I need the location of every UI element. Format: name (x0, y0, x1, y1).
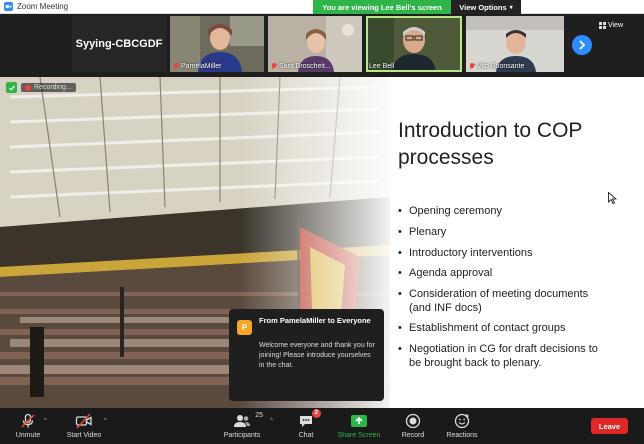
share-screen-icon (351, 415, 367, 427)
chat-button[interactable]: 2 Chat (276, 409, 336, 439)
record-icon (405, 413, 421, 429)
recording-dot-icon (25, 84, 31, 91)
participant-tile-name-only[interactable]: Syying-CBCGDF (72, 16, 166, 72)
muted-mic-icon (21, 413, 35, 428)
meeting-controls-bar: Unmute ^ Start Video ^ 25 Participants ^ (0, 409, 644, 444)
chevron-right-icon (579, 40, 586, 50)
participant-name: Sara Broscheit... (279, 63, 331, 70)
slide-bullet-list: Opening ceremony Plenary Introductory in… (398, 205, 598, 378)
participants-count: 25 (255, 412, 263, 419)
start-video-button[interactable]: Start Video (54, 412, 114, 439)
view-options-label: View Options (459, 2, 507, 12)
slide-title: Introduction to COP processes (398, 119, 583, 169)
muted-mic-icon (173, 63, 179, 70)
participant-label: Sara Broscheit... (271, 63, 331, 70)
participant-name: Lee Bell (369, 63, 395, 70)
start-video-label: Start Video (66, 432, 102, 439)
slide-bullet: Plenary (398, 226, 598, 240)
status-indicators: Recording... (6, 82, 76, 93)
view-layout-button[interactable]: View (599, 22, 623, 29)
view-label: View (608, 22, 624, 29)
participant-label: PamelaMiller (173, 63, 221, 70)
reactions-label: Reactions (446, 432, 478, 439)
slide-bullet: Opening ceremony (398, 205, 598, 219)
video-off-icon (75, 413, 92, 429)
mouse-cursor-icon (608, 192, 617, 204)
unmute-label: Unmute (15, 432, 41, 439)
viewing-banner: You are viewing Lee Bell's screen View O… (313, 0, 521, 14)
chevron-down-icon: ▾ (509, 4, 513, 11)
recording-label: Recording... (34, 84, 72, 91)
next-page-button[interactable] (572, 35, 592, 55)
participant-name: Vito Buonsante (477, 63, 525, 70)
recording-indicator[interactable]: Recording... (21, 83, 76, 92)
participants-icon (234, 415, 250, 427)
chat-sender: From PamelaMiller to Everyone (259, 316, 371, 325)
slide-bullet: Consideration of meeting documents (and … (398, 288, 598, 315)
chat-label: Chat (298, 432, 314, 439)
reactions-button[interactable]: Reactions (432, 412, 492, 439)
participant-name: Syying-CBCGDF (75, 38, 163, 50)
participant-tile[interactable]: PamelaMiller (170, 16, 264, 72)
viewing-banner-message: You are viewing Lee Bell's screen (313, 0, 451, 14)
slide-bullet: Establishment of contact groups (398, 322, 598, 336)
unmute-button[interactable]: Unmute (0, 412, 58, 439)
zoom-app-icon (4, 2, 13, 11)
participant-label: Vito Buonsante (469, 63, 524, 70)
slide-bullet: Negotiation in CG for draft decisions to… (398, 343, 598, 370)
window-title: Zoom Meeting (17, 2, 69, 11)
avatar: P (237, 320, 252, 335)
participants-button[interactable]: 25 Participants (212, 412, 272, 439)
participants-strip: Syying-CBCGDF PamelaMiller Sara Broschei… (0, 14, 644, 76)
leave-meeting-button[interactable]: Leave (591, 418, 628, 434)
encryption-shield-icon[interactable] (6, 82, 17, 93)
participants-options-caret-icon[interactable]: ^ (270, 418, 273, 424)
chat-unread-badge: 2 (311, 409, 321, 418)
participants-label: Participants (223, 432, 261, 439)
participant-name: PamelaMiller (181, 63, 222, 70)
share-screen-label: Share Screen (337, 432, 381, 439)
participant-label: Lee Bell (369, 63, 394, 70)
record-label: Record (401, 432, 425, 439)
participant-tile[interactable]: Sara Broscheit... (268, 16, 362, 72)
participant-tile-active-speaker[interactable]: Lee Bell (366, 16, 462, 72)
reactions-smiley-icon (454, 413, 470, 429)
audio-options-caret-icon[interactable]: ^ (44, 418, 47, 424)
video-options-caret-icon[interactable]: ^ (104, 418, 107, 424)
view-options-button[interactable]: View Options ▾ (451, 0, 521, 14)
chat-message: Welcome everyone and thank you for joini… (259, 342, 375, 369)
participant-tile[interactable]: Vito Buonsante (466, 16, 564, 72)
slide-bullet: Introductory interventions (398, 247, 598, 261)
muted-mic-icon (469, 63, 475, 70)
chat-notification[interactable]: P From PamelaMiller to Everyone Welcome … (229, 309, 384, 401)
muted-mic-icon (271, 63, 277, 70)
grid-view-icon (599, 22, 606, 29)
share-screen-button[interactable]: Share Screen (329, 412, 389, 439)
slide-bullet: Agenda approval (398, 267, 598, 281)
